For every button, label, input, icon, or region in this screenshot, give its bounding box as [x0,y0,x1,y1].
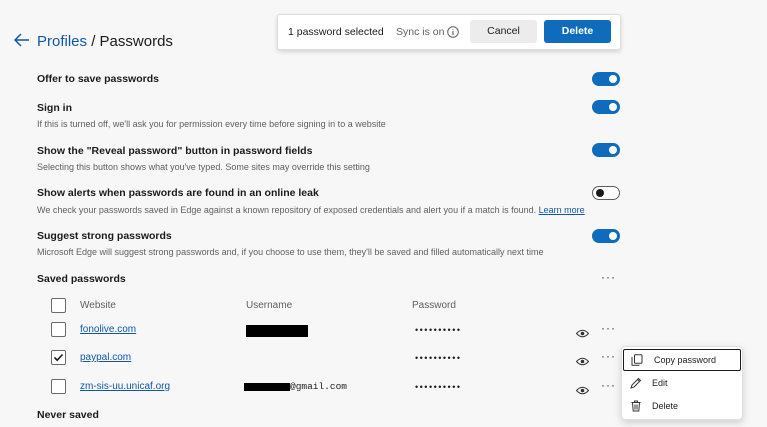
row-more-icon[interactable]: ··· [601,349,616,363]
setting-title-sign-in: Sign in [37,102,72,114]
website-link-fonolive[interactable]: fonolive.com [80,324,136,335]
menu-item-copy-password[interactable]: Copy password [623,349,741,371]
profiles-link[interactable]: Profiles [37,33,87,50]
menu-label-delete: Delete [652,401,679,411]
selection-bar: 1 password selected Sync is on Cancel De… [277,14,621,50]
row-checkbox-unicaf[interactable] [51,379,66,394]
copy-icon [631,354,643,366]
saved-passwords-heading: Saved passwords [37,273,126,285]
setting-desc-sign-in: If this is turned off, we'll ask you for… [37,119,386,129]
username-text: @gmail.com [290,381,348,392]
reveal-password-eye-icon[interactable] [575,353,590,366]
setting-desc-reveal-password: Selecting this button shows what you've … [37,162,370,172]
website-link-unicaf[interactable]: zm-sis-uu.unicaf.org [80,381,170,392]
info-icon[interactable] [447,25,459,38]
select-all-checkbox[interactable] [51,298,66,313]
reveal-password-eye-icon[interactable] [575,325,590,338]
back-arrow-icon[interactable] [13,33,30,47]
cancel-button-label: Cancel [487,25,520,37]
never-saved-heading: Never saved [37,409,99,421]
leak-alerts-description: We check your passwords saved in Edge ag… [37,205,537,215]
cancel-button[interactable]: Cancel [470,20,537,43]
password-mask: •••••••••• [415,325,462,335]
toggle-sign-in[interactable] [592,100,620,114]
context-menu: Copy password Edit Delete [621,346,743,420]
setting-title-reveal-password: Show the "Reveal password" button in pas… [37,145,313,157]
setting-desc-leak-alerts: We check your passwords saved in Edge ag… [37,205,585,215]
menu-item-edit[interactable]: Edit [622,372,740,394]
row-checkbox-paypal[interactable] [51,350,66,365]
selected-count-text: 1 password selected [288,26,384,38]
setting-title-leak-alerts: Show alerts when passwords are found in … [37,187,319,199]
learn-more-link[interactable]: Learn more [539,205,585,215]
password-mask: •••••••••• [415,353,462,363]
column-header-username: Username [246,300,293,311]
row-checkbox-fonolive[interactable] [51,322,66,337]
toggle-leak-alerts[interactable] [592,186,620,200]
toggle-reveal-password[interactable] [592,143,620,157]
breadcrumb-separator: / [91,33,96,50]
saved-passwords-more-icon[interactable]: ··· [601,270,616,284]
website-link-paypal[interactable]: paypal.com [80,352,131,363]
row-more-icon[interactable]: ··· [601,321,616,335]
breadcrumb: Profiles / Passwords [37,33,173,50]
delete-button[interactable]: Delete [544,20,611,43]
toggle-suggest-strong[interactable] [592,229,620,243]
password-mask: •••••••••• [415,382,462,392]
page-title: Passwords [99,33,173,50]
menu-item-delete[interactable]: Delete [622,395,740,417]
setting-title-offer-save: Offer to save passwords [37,73,159,85]
row-more-icon[interactable]: ··· [601,378,616,392]
sync-status-text: Sync is on [396,26,445,38]
trash-icon [630,400,642,412]
setting-desc-suggest-strong: Microsoft Edge will suggest strong passw… [37,247,544,257]
toggle-offer-save[interactable] [592,72,620,86]
menu-label-copy-password: Copy password [654,355,717,365]
setting-title-suggest-strong: Suggest strong passwords [37,230,172,242]
menu-label-edit: Edit [652,378,668,388]
redacted-username [246,325,308,337]
delete-button-label: Delete [561,25,594,37]
column-header-password: Password [412,300,456,311]
redacted-username-prefix [244,383,290,391]
column-header-website: Website [80,300,116,311]
reveal-password-eye-icon[interactable] [575,382,590,395]
checkmark-icon [53,353,64,362]
pencil-icon [630,377,642,389]
